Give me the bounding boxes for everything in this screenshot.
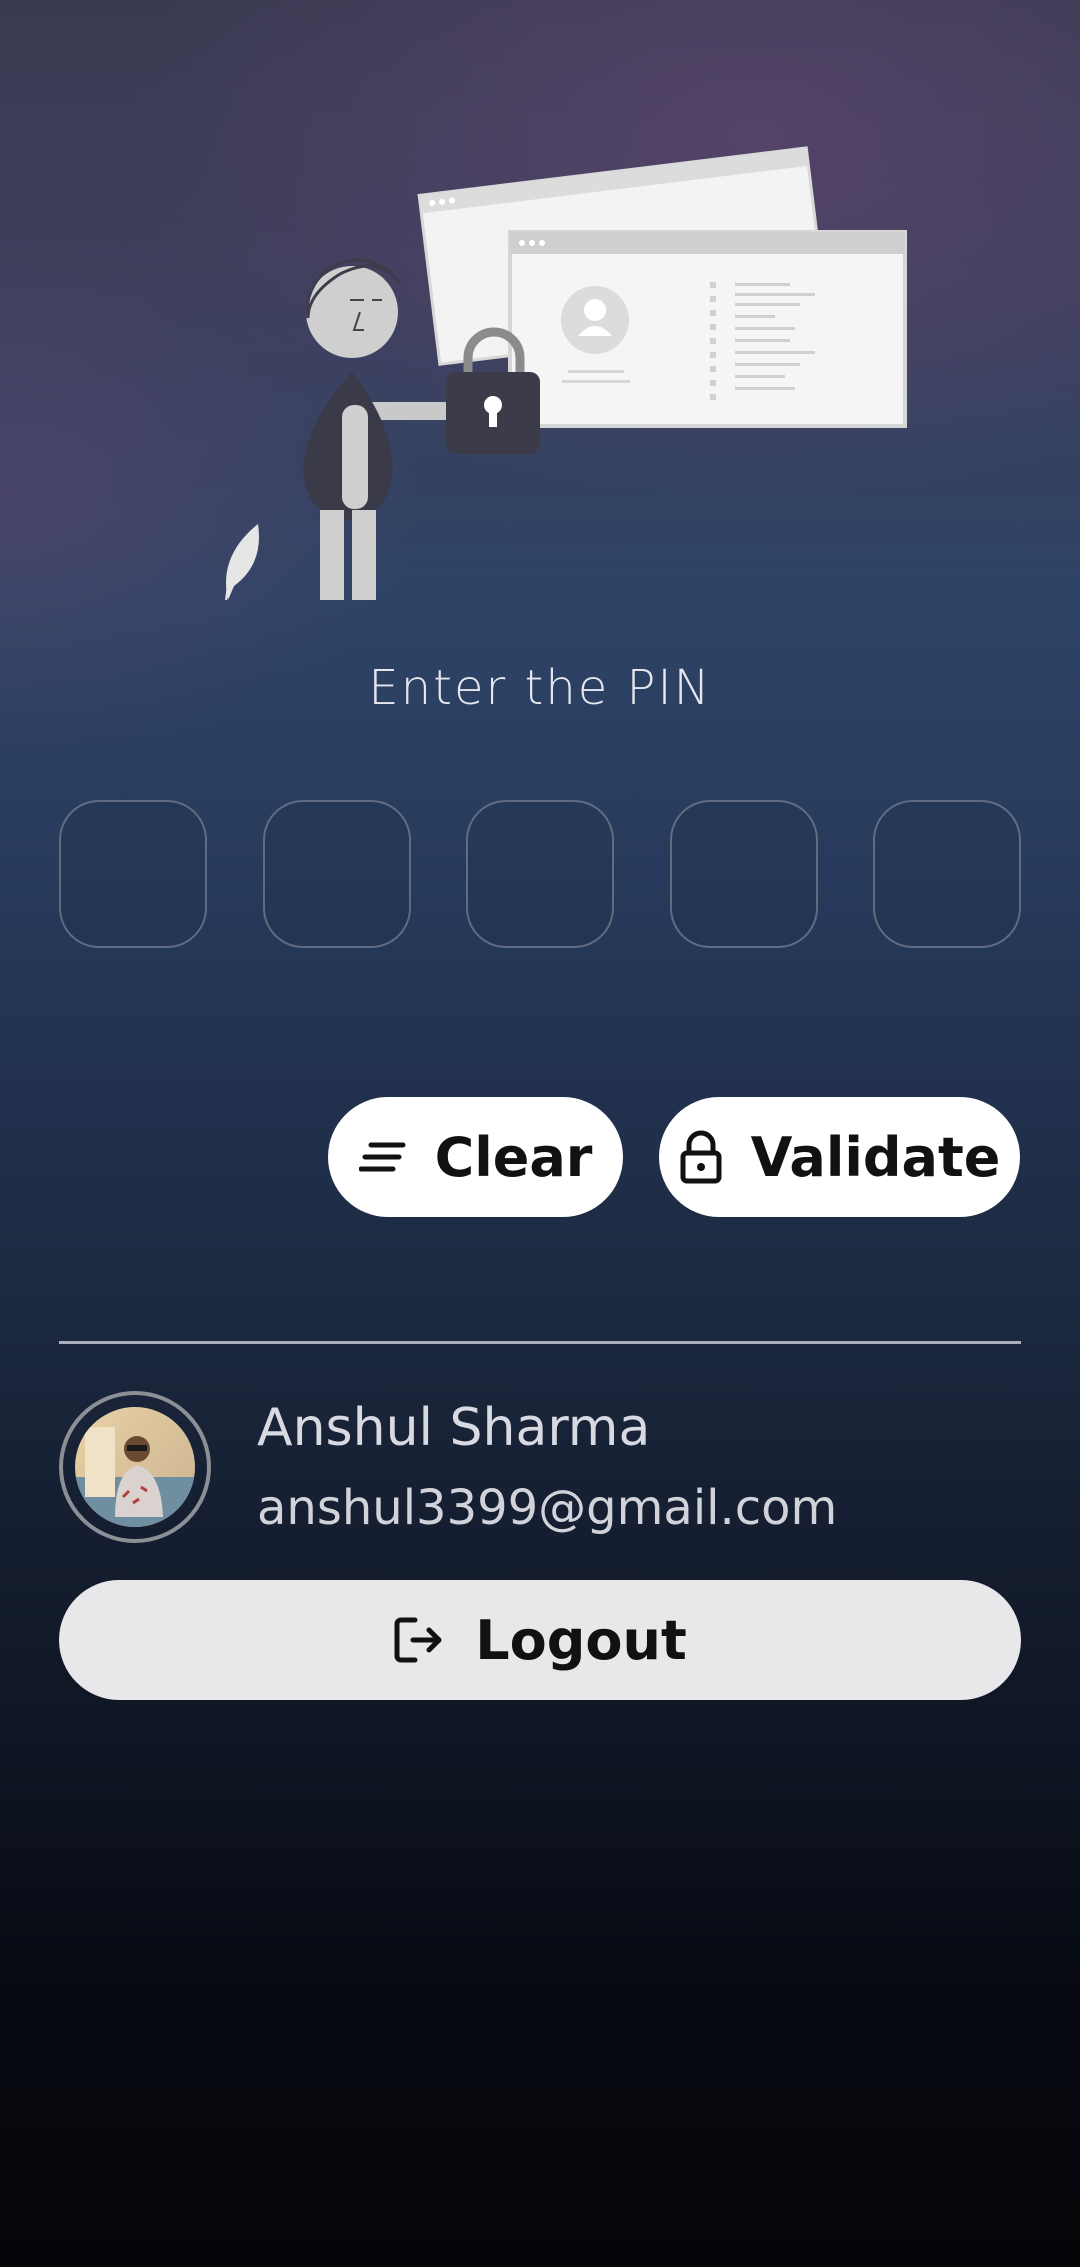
pin-digit-3[interactable] — [466, 800, 614, 948]
divider — [59, 1341, 1021, 1344]
pin-input-row — [59, 800, 1021, 950]
validate-label: Validate — [750, 1125, 1001, 1189]
clear-lines-icon — [358, 1137, 407, 1177]
pin-title: Enter the PIN — [368, 660, 712, 716]
lock-icon — [679, 1129, 723, 1185]
pin-digit-5[interactable] — [873, 800, 1021, 948]
pin-digit-2[interactable] — [262, 800, 411, 948]
clear-label: Clear — [434, 1125, 593, 1189]
clear-button[interactable]: Clear — [328, 1097, 623, 1217]
logout-icon — [393, 1614, 445, 1666]
pin-digit-4[interactable] — [669, 800, 818, 948]
profile-photo — [75, 1407, 195, 1527]
logout-label: Logout — [475, 1608, 687, 1672]
pin-digit-1[interactable] — [59, 800, 207, 948]
security-illustration — [200, 140, 920, 610]
user-email: anshul3399@gmail.com — [257, 1480, 838, 1536]
user-name: Anshul Sharma — [257, 1398, 651, 1458]
avatar — [59, 1391, 211, 1543]
logout-button[interactable]: Logout — [59, 1580, 1021, 1700]
validate-button[interactable]: Validate — [659, 1097, 1020, 1217]
